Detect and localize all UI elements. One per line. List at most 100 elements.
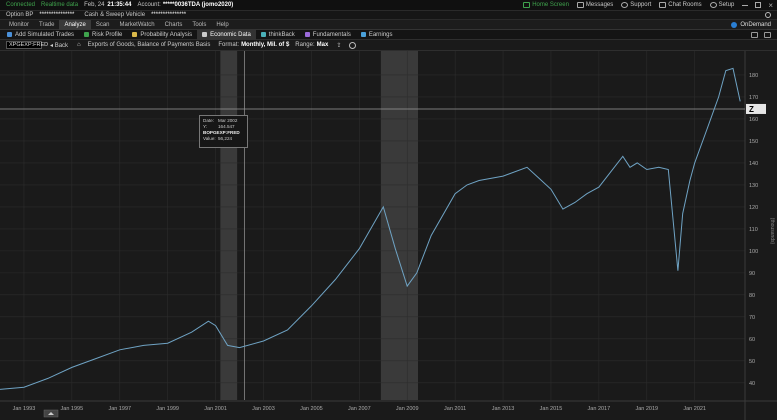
tab-analyze[interactable]: Analyze xyxy=(59,19,91,30)
tool-thinkback[interactable]: thinkBack xyxy=(256,30,300,40)
window-icon[interactable] xyxy=(764,31,771,38)
setup-button[interactable]: Setup xyxy=(709,2,735,8)
option-bp-label: Option BP xyxy=(6,12,34,18)
home-screen-button[interactable]: Home Screen xyxy=(523,2,569,8)
y-tick-label: 150 xyxy=(749,139,758,145)
x-tick-label: Jan 2021 xyxy=(683,406,706,412)
tool-fundamentals[interactable]: Fundamentals xyxy=(300,30,356,40)
series-description: Exports of Goods, Balance of Payments Ba… xyxy=(87,42,211,48)
y-tick-label: 40 xyxy=(749,381,755,387)
tool-probability-analysis-icon xyxy=(132,32,138,37)
account-label: Account: xyxy=(137,2,161,8)
chat-rooms-button[interactable]: Chat Rooms xyxy=(659,2,702,8)
tool-label: Add Simulated Trades xyxy=(15,31,75,38)
tool-label: Risk Profile xyxy=(92,31,123,38)
format-label: Format: xyxy=(218,42,240,48)
undo-icon[interactable] xyxy=(751,31,758,38)
range-value-text: Max xyxy=(316,42,329,48)
tool-label: thinkBack xyxy=(268,31,295,38)
monitor-icon xyxy=(523,2,531,8)
setup-label: Setup xyxy=(718,2,735,8)
symbol-input[interactable]: XPGEXP:FRED xyxy=(6,41,48,49)
tool-earnings[interactable]: Earnings xyxy=(356,30,398,40)
y-tick-label: 120 xyxy=(749,205,758,211)
tool-economic-data[interactable]: Economic Data xyxy=(197,29,256,40)
y-tick-label: 50 xyxy=(749,359,755,365)
envelope-icon xyxy=(576,2,584,8)
account-value[interactable]: *****0036TDA (jomo2020) xyxy=(163,2,233,8)
x-tick-label: Jan 2011 xyxy=(444,406,466,412)
recession-band xyxy=(380,51,419,400)
recession-band xyxy=(220,51,238,400)
y-tick-label: 60 xyxy=(749,337,755,343)
y-axis-label: (thousands) xyxy=(769,218,775,245)
chart-tooltip: Date: Mar 2002 Y: 164.547 BOPGEXP:FRED Val… xyxy=(199,115,248,148)
x-tick-label: Jan 2003 xyxy=(252,406,275,412)
tool-thinkback-icon xyxy=(260,32,266,37)
y-tick-label: 70 xyxy=(749,315,755,321)
tool-probability-analysis[interactable]: Probability Analysis xyxy=(127,30,197,40)
nav-tabs: Monitor Trade Analyze Scan MarketWatch Charts… xyxy=(4,19,234,30)
tool-label: Fundamentals xyxy=(312,31,351,38)
x-tick-label: Jan 1995 xyxy=(61,406,84,412)
window-max-button[interactable] xyxy=(755,2,762,8)
y-tick-label: 130 xyxy=(749,183,758,189)
crosshair-y-marker: Z xyxy=(749,105,754,114)
y-tick-label: 80 xyxy=(749,293,755,299)
range-value[interactable]: Max xyxy=(317,42,329,48)
main-nav: Monitor Trade Analyze Scan MarketWatch Charts… xyxy=(0,19,777,30)
tooltip-value-label: Value: xyxy=(203,136,216,141)
tool-earnings-icon xyxy=(360,32,366,37)
ondemand-icon xyxy=(731,21,738,28)
tab-scan[interactable]: Scan xyxy=(91,20,115,30)
status-bar: Connected Realtime data Feb, 24 21:35:44… xyxy=(0,0,777,11)
gear-icon xyxy=(709,2,717,8)
tool-label: Probability Analysis xyxy=(140,31,193,38)
tab-help[interactable]: Help xyxy=(211,20,233,30)
format-value[interactable]: Monthly, Mil. of $ xyxy=(241,42,289,48)
tab-monitor[interactable]: Monitor xyxy=(4,20,34,30)
chart-settings-gear-icon[interactable] xyxy=(349,41,357,49)
y-tick-label: 170 xyxy=(749,95,758,101)
tool-risk-profile-icon xyxy=(84,32,90,37)
tool-fundamentals-icon xyxy=(304,32,310,37)
tool-add-simulated-trades[interactable]: Add Simulated Trades xyxy=(2,30,79,40)
chat-icon xyxy=(659,2,667,8)
time-label: 21:35:44 xyxy=(107,2,132,8)
home-icon[interactable]: ⌂ xyxy=(77,42,81,48)
chart-header: XPGEXP:FRED ◂ Back ⌂ Exports of Goods, B… xyxy=(0,40,777,51)
window-close-button[interactable]: × xyxy=(768,1,773,10)
messages-button[interactable]: Messages xyxy=(576,2,613,8)
range-label: Range: xyxy=(295,42,315,48)
y-tick-label: 180 xyxy=(749,73,758,79)
tooltip-value-value: 56,224 xyxy=(218,136,233,141)
x-tick-label: Jan 2001 xyxy=(204,406,227,412)
tool-risk-profile[interactable]: Risk Profile xyxy=(79,30,127,40)
home-screen-label: Home Screen xyxy=(532,2,569,8)
x-tick-label: Jan 2007 xyxy=(348,406,371,412)
tool-economic-data-icon xyxy=(202,32,208,37)
tab-trade[interactable]: Trade xyxy=(34,20,59,30)
support-button[interactable]: Support xyxy=(621,2,651,8)
chart-svg[interactable]: 40 50 60 70 80 90 100 110 120 130 140 150 160 170 180 (… xyxy=(0,51,777,420)
y-tick-label: 100 xyxy=(749,249,758,255)
tab-marketwatch[interactable]: MarketWatch xyxy=(115,20,160,30)
x-tick-label: Jan 1999 xyxy=(156,406,179,412)
connection-status: Connected xyxy=(6,2,36,8)
account-settings-gear-icon[interactable] xyxy=(765,12,771,18)
tab-tools[interactable]: Tools xyxy=(187,20,211,30)
back-label: Back xyxy=(54,42,69,49)
chart-area[interactable]: 40 50 60 70 80 90 100 110 120 130 140 150 160 170 180 (… xyxy=(0,51,777,420)
back-button[interactable]: ◂ Back xyxy=(50,42,68,49)
y-tick-label: 160 xyxy=(749,117,758,123)
tool-label: Economic Data xyxy=(210,31,251,38)
cash-sweep-label: Cash & Sweep Vehicle xyxy=(84,12,146,18)
ondemand-button[interactable]: OnDemand xyxy=(731,21,771,28)
analyze-tools: Add Simulated Trades Risk Profile Probabil… xyxy=(2,29,398,40)
tab-charts[interactable]: Charts xyxy=(160,20,188,30)
y-tick-label: 110 xyxy=(749,227,758,233)
share-icon[interactable]: ⇪ xyxy=(336,42,341,49)
option-bp-value: *************** xyxy=(39,12,75,18)
y-tick-label: 140 xyxy=(749,161,758,167)
window-min-button[interactable] xyxy=(742,4,749,6)
